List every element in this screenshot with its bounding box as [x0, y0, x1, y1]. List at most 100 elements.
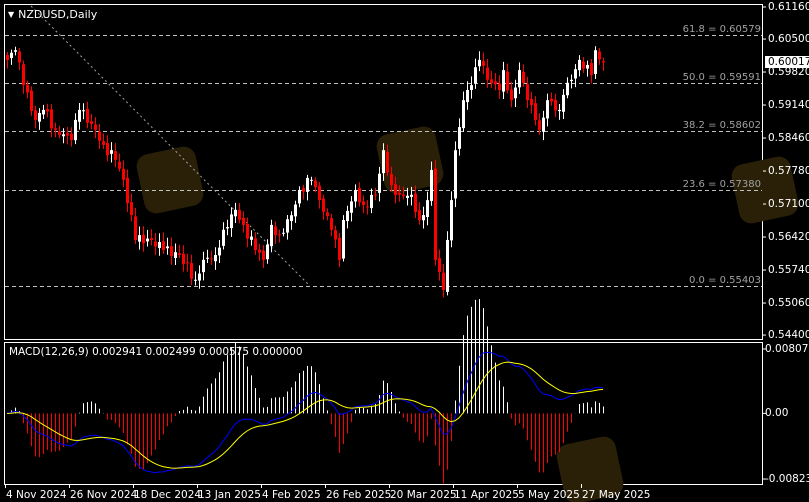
date-axis-label: 13 Jan 2025 [198, 489, 261, 501]
date-axis-label: 4 Nov 2024 [6, 489, 67, 501]
bearish-candle [182, 253, 185, 265]
bullish-candle [514, 87, 517, 99]
bullish-candle [450, 200, 453, 241]
bullish-candle [82, 110, 85, 112]
price-axis-label: 0.60500 [768, 33, 809, 46]
bearish-candle [186, 262, 189, 264]
bearish-candle [398, 192, 401, 195]
bullish-candle [14, 50, 17, 52]
bullish-candle [78, 109, 81, 122]
bullish-candle [542, 117, 545, 132]
bullish-candle [214, 254, 217, 262]
bullish-candle [282, 232, 285, 234]
macd-axis-label: -0.008233 [765, 473, 809, 485]
bullish-candle [558, 109, 561, 112]
bullish-candle [478, 59, 481, 67]
bearish-candle [390, 173, 393, 186]
bullish-candle [110, 150, 113, 154]
bullish-candle [286, 219, 289, 233]
bearish-candle [274, 226, 277, 236]
bearish-candle [66, 133, 69, 136]
bullish-candle [370, 194, 373, 209]
bearish-candle [242, 217, 245, 225]
bullish-candle [218, 247, 221, 256]
bearish-candle [98, 131, 101, 141]
fib-level-label: 50.0 = 0.59591 [682, 71, 761, 83]
price-axis-label: 0.58460 [768, 132, 809, 145]
macd-axis-label: 0.008073 [765, 343, 809, 355]
bullish-candle [470, 85, 473, 91]
date-axis-label: 5 May 2025 [518, 489, 580, 501]
bearish-candle [34, 110, 37, 121]
bearish-candle [122, 168, 125, 180]
fib-level-label: 38.2 = 0.58602 [682, 119, 761, 131]
bearish-candle [550, 98, 553, 102]
bearish-candle [490, 79, 493, 84]
bearish-candle [506, 71, 509, 91]
bearish-candle [154, 241, 157, 247]
date-axis-label: 26 Nov 2024 [70, 489, 138, 501]
bullish-candle [230, 214, 233, 229]
bullish-candle [474, 67, 477, 84]
bearish-candle [18, 51, 21, 63]
bullish-candle [198, 273, 201, 281]
bullish-candle [290, 215, 293, 222]
bearish-candle [538, 120, 541, 130]
bearish-candle [134, 216, 137, 240]
price-axis-label: 0.56420 [768, 231, 809, 244]
bullish-candle [566, 82, 569, 96]
bearish-candle [86, 108, 89, 123]
bearish-candle [442, 272, 445, 290]
bullish-candle [226, 227, 229, 229]
date-axis-label: 18 Dec 2024 [134, 489, 202, 501]
bearish-candle [126, 177, 129, 204]
bullish-candle [382, 150, 385, 174]
bullish-candle [430, 170, 433, 201]
bearish-candle [534, 103, 537, 121]
bullish-candle [146, 238, 149, 242]
bearish-candle [114, 151, 117, 160]
dropdown-triangle-icon[interactable]: ▼ [8, 10, 14, 19]
fib-level-label: 23.6 = 0.57380 [682, 178, 761, 190]
price-axis-label: 0.57100 [768, 198, 809, 211]
bullish-candle [502, 70, 505, 92]
bearish-candle [526, 84, 529, 101]
bullish-candle [234, 209, 237, 217]
bullish-candle [158, 242, 161, 248]
bullish-candle [174, 252, 177, 258]
bullish-candle [194, 279, 197, 281]
bullish-candle [74, 119, 77, 141]
bullish-candle [410, 194, 413, 197]
bullish-candle [202, 259, 205, 273]
signal-line [6, 361, 604, 469]
macd-axis-label: 0.00 [765, 407, 789, 420]
bearish-candle [262, 250, 265, 260]
price-axis-label: 0.55740 [768, 264, 809, 277]
date-axis-label: 27 May 2025 [582, 489, 651, 501]
trend-line [30, 5, 311, 287]
bearish-candle [210, 258, 213, 260]
bearish-candle [130, 202, 133, 216]
bearish-candle [434, 168, 437, 260]
bearish-candle [338, 237, 341, 260]
bearish-candle [258, 249, 261, 253]
bearish-candle [90, 121, 93, 125]
bullish-candle [466, 90, 469, 103]
macd-line [6, 351, 604, 474]
bullish-candle [378, 173, 381, 193]
bullish-candle [138, 235, 141, 242]
bearish-candle [46, 109, 49, 112]
bullish-candle [250, 236, 253, 240]
bearish-candle [358, 188, 361, 203]
bearish-candle [322, 198, 325, 212]
bullish-candle [298, 189, 301, 204]
bullish-candle [518, 70, 521, 88]
bullish-candle [166, 246, 169, 249]
bearish-candle [26, 84, 29, 93]
bearish-candle [302, 188, 305, 192]
bearish-candle [162, 241, 165, 251]
price-axis-label: 0.55060 [768, 297, 809, 310]
date-axis-label: 4 Feb 2025 [262, 489, 321, 501]
bullish-candle [406, 195, 409, 199]
bearish-candle [178, 253, 181, 255]
